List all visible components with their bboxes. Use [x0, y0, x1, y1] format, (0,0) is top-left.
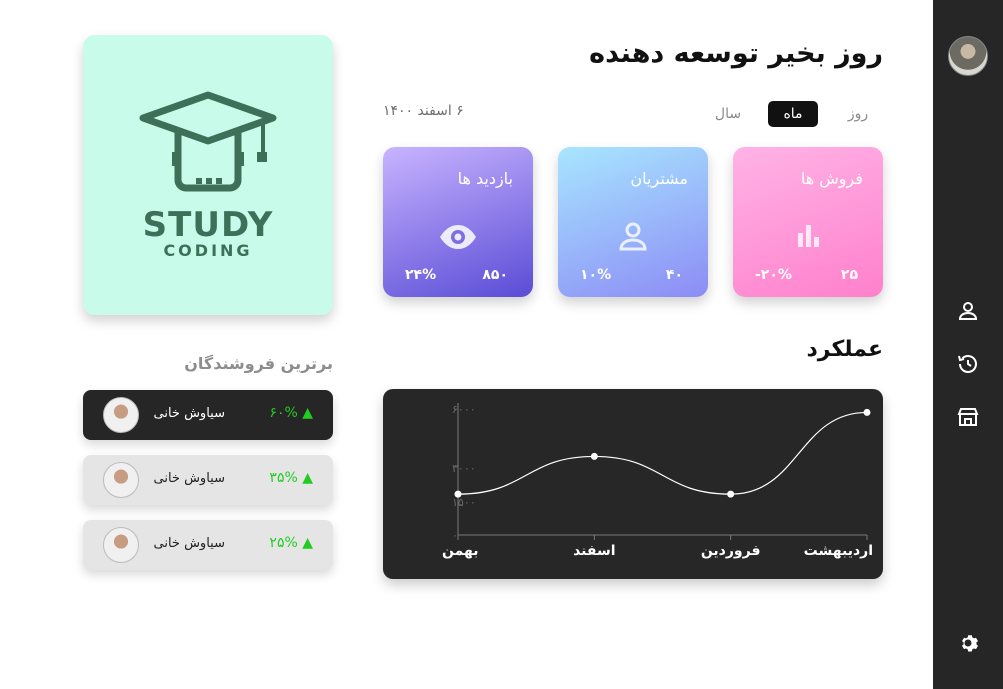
seller-item[interactable]: سیاوش خانی ▲ ۶۰% — [83, 390, 333, 440]
customers-count: ۴۰ — [665, 267, 683, 283]
visits-change: ۲۴% — [405, 267, 437, 283]
sales-card[interactable]: فروش ها -۲۰% ۲۵ — [733, 147, 883, 297]
graduation-cap-icon — [139, 91, 277, 192]
sales-count: ۲۵ — [840, 267, 858, 283]
y-tick-label: ۳۰۰۰ — [452, 462, 476, 475]
up-arrow-icon: ▲ — [302, 535, 313, 551]
logo-text-coding: CODING — [163, 241, 253, 260]
sales-change: -۲۰% — [755, 267, 792, 283]
bar-chart-icon — [788, 217, 828, 257]
seller-percent: ▲ ۲۵% — [269, 535, 313, 551]
performance-chart: ۰ ۱۵۰۰ ۳۰۰۰ ۶۰۰۰ بهمن اسفند فروردین اردیبهشت — [383, 389, 883, 579]
user-icon — [613, 217, 653, 257]
visits-count: ۸۵۰ — [482, 267, 508, 283]
series-line — [457, 411, 868, 495]
avatar — [103, 397, 139, 433]
x-tick-label: اردیبهشت — [804, 543, 873, 559]
avatar — [103, 462, 139, 498]
period-day-button[interactable]: روز — [840, 101, 876, 127]
history-icon[interactable] — [956, 352, 980, 376]
up-arrow-icon: ▲ — [302, 405, 313, 421]
seller-name: سیاوش خانی — [153, 536, 225, 551]
seller-percent: ▲ ۳۵% — [269, 470, 313, 486]
avatar — [103, 527, 139, 563]
top-sellers-title: برترین فروشندگان — [184, 354, 333, 373]
data-point[interactable] — [863, 408, 871, 416]
up-arrow-icon: ▲ — [302, 470, 313, 486]
data-point[interactable] — [454, 490, 462, 498]
performance-title: عملکرد — [806, 337, 883, 362]
sales-title: فروش ها — [800, 169, 863, 188]
data-point[interactable] — [727, 490, 735, 498]
sidebar — [933, 0, 1003, 689]
page-title: روز بخیر توسعه دهنده — [589, 38, 883, 69]
current-date: ۶ اسفند ۱۴۰۰ — [383, 103, 464, 119]
x-tick-label: اسفند — [573, 543, 615, 559]
y-tick-label: ۰ — [452, 529, 458, 542]
eye-icon — [438, 217, 478, 257]
user-icon[interactable] — [956, 299, 980, 323]
y-tick-label: ۶۰۰۰ — [452, 403, 476, 416]
gear-icon[interactable] — [956, 631, 980, 655]
customers-card[interactable]: مشتریان ۱۰% ۴۰ — [558, 147, 708, 297]
line-chart: ۰ ۱۵۰۰ ۳۰۰۰ ۶۰۰۰ بهمن اسفند فروردین اردیبهشت — [442, 403, 873, 559]
customers-title: مشتریان — [630, 169, 688, 188]
seller-name: سیاوش خانی — [153, 406, 225, 421]
store-icon[interactable] — [956, 405, 980, 429]
y-tick-label: ۱۵۰۰ — [452, 496, 476, 509]
visits-title: بازدید ها — [457, 169, 513, 188]
seller-item[interactable]: سیاوش خانی ▲ ۳۵% — [83, 455, 333, 505]
period-month-button[interactable]: ماه — [768, 101, 818, 127]
seller-percent: ▲ ۶۰% — [269, 405, 313, 421]
seller-item[interactable]: سیاوش خانی ▲ ۲۵% — [83, 520, 333, 570]
x-tick-label: فروردین — [701, 543, 761, 559]
visits-card[interactable]: بازدید ها ۲۴% ۸۵۰ — [383, 147, 533, 297]
seller-name: سیاوش خانی — [153, 471, 225, 486]
avatar[interactable] — [948, 36, 988, 76]
logo-text-study: STUDY — [142, 205, 274, 245]
logo-card: STUDY CODING — [83, 35, 333, 315]
x-tick-label: بهمن — [442, 543, 478, 559]
data-point[interactable] — [590, 452, 598, 460]
customers-change: ۱۰% — [580, 267, 612, 283]
period-year-button[interactable]: سال — [707, 101, 749, 127]
